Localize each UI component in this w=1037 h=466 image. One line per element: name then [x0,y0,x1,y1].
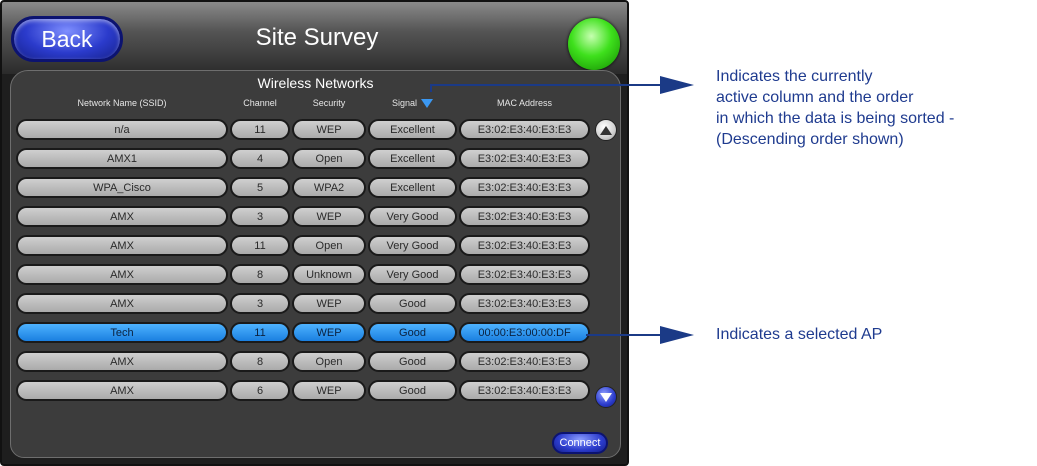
cell-mac: E3:02:E3:40:E3:E3 [459,264,590,285]
cell-security: WEP [292,322,366,343]
table-row[interactable]: AMX1 4 Open Excellent E3:02:E3:40:E3:E3 [2,148,627,169]
cell-channel: 4 [230,148,290,169]
selected-callout-arrow-icon [660,326,694,344]
cell-mac: E3:02:E3:40:E3:E3 [459,119,590,140]
back-button[interactable]: Back [11,16,123,62]
site-survey-panel: Back Site Survey Wireless Networks Netwo… [0,0,629,466]
cell-signal: Good [368,351,457,372]
cell-security: Open [292,235,366,256]
cell-channel: 5 [230,177,290,198]
connect-button[interactable]: Connect [552,432,608,454]
cell-signal: Good [368,380,457,401]
sort-annotation-line: Indicates the currently [716,68,873,85]
cell-signal: Excellent [368,119,457,140]
table-row[interactable]: AMX 8 Open Good E3:02:E3:40:E3:E3 [2,351,627,372]
selected-annotation: Indicates a selected AP [716,326,883,343]
cell-mac: 00:00:E3:00:00:DF [459,322,590,343]
cell-mac: E3:02:E3:40:E3:E3 [459,293,590,314]
column-header-signal[interactable]: Signal [368,98,457,109]
column-header-channel[interactable]: Channel [230,98,290,108]
table-row[interactable]: WPA_Cisco 5 WPA2 Excellent E3:02:E3:40:E3:E3 [2,177,627,198]
cell-channel: 6 [230,380,290,401]
cell-channel: 11 [230,119,290,140]
table-row-selected[interactable]: Tech 11 WEP Good 00:00:E3:00:00:DF [2,322,627,343]
cell-channel: 3 [230,293,290,314]
cell-ssid: AMX [16,235,228,256]
sort-callout-line [430,84,662,86]
sort-annotation-line: (Descending order shown) [716,131,904,148]
cell-ssid: AMX [16,206,228,227]
cell-ssid: AMX [16,293,228,314]
cell-security: WEP [292,380,366,401]
cell-signal: Very Good [368,206,457,227]
cell-security: WEP [292,293,366,314]
section-title: Wireless Networks [257,75,374,91]
cell-mac: E3:02:E3:40:E3:E3 [459,148,590,169]
cell-mac: E3:02:E3:40:E3:E3 [459,235,590,256]
cell-ssid: Tech [16,322,228,343]
scroll-up-button[interactable] [595,119,617,141]
table-row[interactable]: AMX 3 WEP Very Good E3:02:E3:40:E3:E3 [2,206,627,227]
sort-annotation: Indicates the currently active column an… [716,66,1036,150]
cell-channel: 11 [230,322,290,343]
cell-signal: Very Good [368,235,457,256]
cell-channel: 8 [230,351,290,372]
cell-security: WEP [292,119,366,140]
cell-signal: Good [368,293,457,314]
sort-descending-icon [421,99,434,109]
cell-signal: Excellent [368,177,457,198]
sort-callout-arrow-icon [660,76,694,94]
cell-signal: Very Good [368,264,457,285]
cell-security: WEP [292,206,366,227]
cell-ssid: n/a [16,119,228,140]
selected-callout-line [586,334,662,336]
cell-security: Open [292,351,366,372]
table-row[interactable]: AMX 8 Unknown Very Good E3:02:E3:40:E3:E3 [2,264,627,285]
cell-ssid: AMX [16,351,228,372]
cell-ssid: AMX [16,264,228,285]
sort-annotation-line: in which the data is being sorted - [716,110,955,127]
table-row[interactable]: AMX 11 Open Very Good E3:02:E3:40:E3:E3 [2,235,627,256]
cell-signal: Good [368,322,457,343]
cell-security: WPA2 [292,177,366,198]
cell-mac: E3:02:E3:40:E3:E3 [459,206,590,227]
cell-signal: Excellent [368,148,457,169]
cell-ssid: AMX1 [16,148,228,169]
arrow-down-icon [600,392,612,402]
status-light-icon [568,18,620,70]
sort-annotation-line: active column and the order [716,89,914,106]
column-header-mac[interactable]: MAC Address [459,98,590,108]
table-row[interactable]: AMX 6 WEP Good E3:02:E3:40:E3:E3 [2,380,627,401]
arrow-up-icon [600,125,612,135]
cell-channel: 8 [230,264,290,285]
cell-security: Open [292,148,366,169]
cell-mac: E3:02:E3:40:E3:E3 [459,351,590,372]
sort-callout-tick [430,84,432,92]
column-header-signal-label: Signal [391,98,418,108]
cell-ssid: WPA_Cisco [16,177,228,198]
column-header-ssid[interactable]: Network Name (SSID) [16,98,228,108]
cell-ssid: AMX [16,380,228,401]
cell-channel: 3 [230,206,290,227]
cell-mac: E3:02:E3:40:E3:E3 [459,177,590,198]
scroll-down-button[interactable] [595,386,617,408]
cell-security: Unknown [292,264,366,285]
page-title: Site Survey [255,24,379,51]
column-header-security[interactable]: Security [292,98,366,108]
table-row[interactable]: AMX 3 WEP Good E3:02:E3:40:E3:E3 [2,293,627,314]
cell-channel: 11 [230,235,290,256]
table-row[interactable]: n/a 11 WEP Excellent E3:02:E3:40:E3:E3 [2,119,627,140]
cell-mac: E3:02:E3:40:E3:E3 [459,380,590,401]
